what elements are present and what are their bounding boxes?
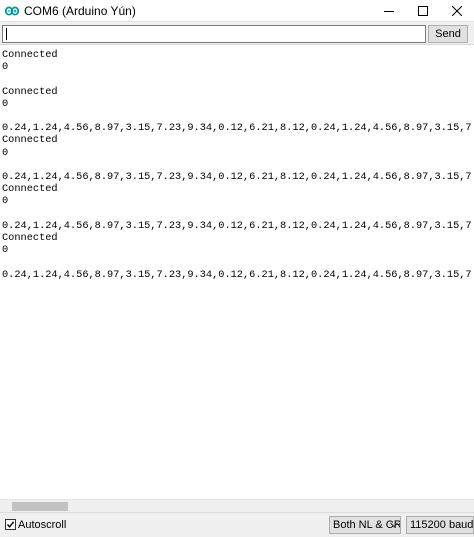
arduino-infinity-icon [5,6,19,16]
maximize-icon [418,6,428,16]
serial-output[interactable]: Connected 0 Connected 0 0.24,1.24,4.56,8.97,… [0,44,474,499]
chevron-down-icon [390,522,398,528]
output-line: 0 [2,146,9,159]
close-button[interactable] [440,0,474,22]
minimize-button[interactable] [372,0,406,22]
horizontal-scrollbar[interactable] [0,499,474,512]
output-line: Connected [2,232,58,244]
output-line: Connected [2,85,58,98]
serial-input[interactable] [2,25,426,43]
autoscroll-label: Autoscroll [18,519,67,531]
output-line: Connected [2,134,58,147]
maximize-button[interactable] [406,0,440,22]
line-ending-select[interactable]: Both NL & CR [329,516,401,534]
output-line: 0 [2,61,9,74]
output-line: 0 [2,97,9,110]
baud-rate-select[interactable]: 115200 baud [406,516,474,534]
baud-rate-value: 115200 baud [410,519,474,531]
window-title: COM6 (Arduino Yún) [24,4,136,18]
output-line: 0.24,1.24,4.56,8.97,3.15,7.23,9.34,0.12,… [2,268,474,281]
output-line: 0.24,1.24,4.56,8.97,3.15,7.23,9.34,0.12,… [2,219,474,232]
send-toolbar: Send [0,22,474,44]
output-line: 0 [2,244,9,257]
output-line: Connected [2,183,58,196]
minimize-icon [384,11,394,12]
close-icon [452,6,462,16]
scrollbar-thumb[interactable] [12,502,68,511]
send-button[interactable]: Send [428,25,468,43]
checkmark-icon [6,521,15,528]
status-bar: Autoscroll Both NL & CR 115200 baud [0,512,474,537]
output-line: 0 [2,195,9,208]
output-line: 0.24,1.24,4.56,8.97,3.15,7.23,9.34,0.12,… [2,122,474,135]
output-line: Connected [2,49,58,61]
autoscroll-checkbox[interactable] [5,519,16,530]
output-line: 0.24,1.24,4.56,8.97,3.15,7.23,9.34,0.12,… [2,171,474,183]
title-bar: COM6 (Arduino Yún) [0,0,474,22]
